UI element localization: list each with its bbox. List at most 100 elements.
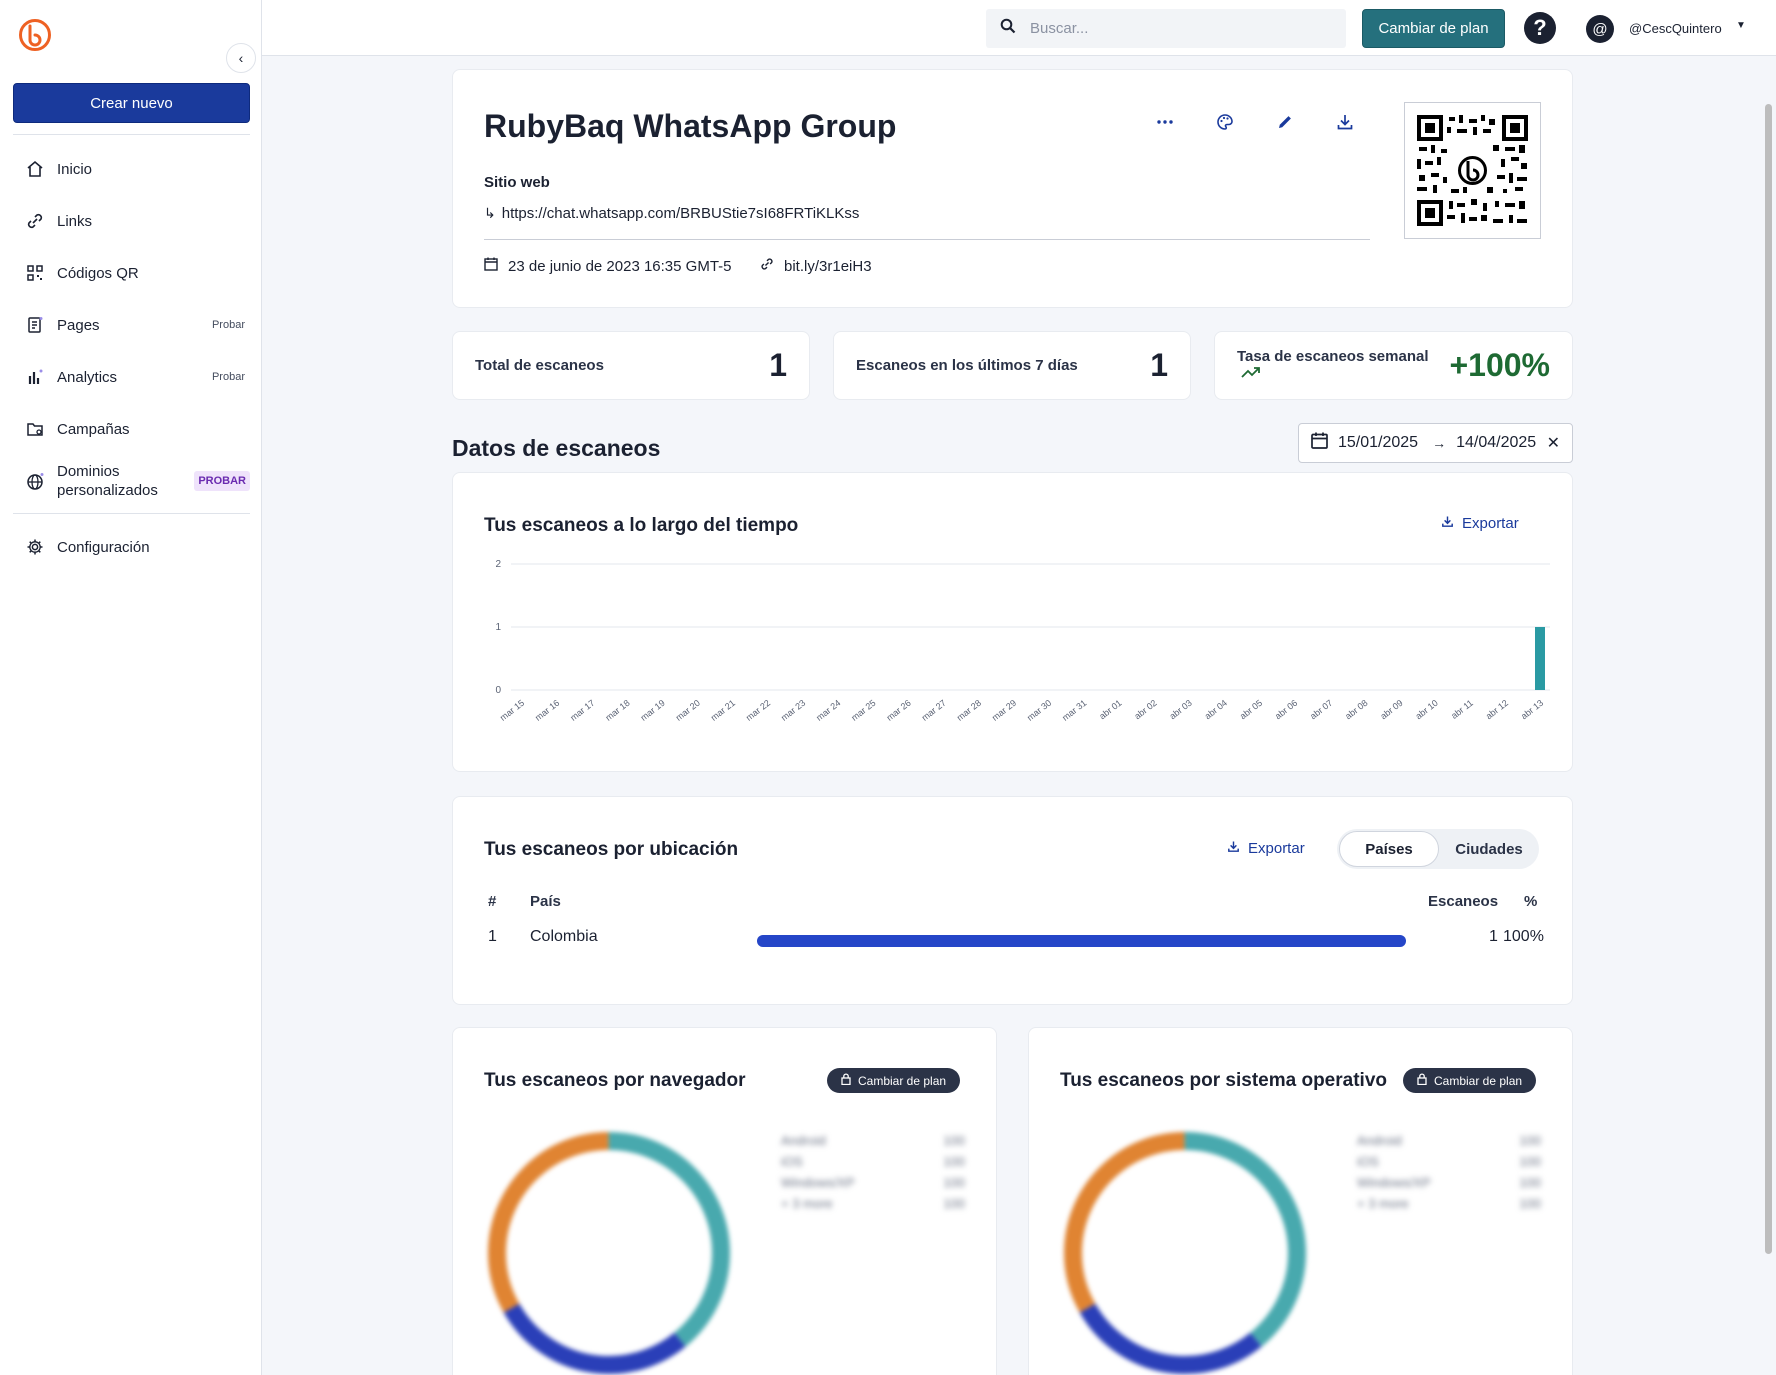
scrollbar-thumb[interactable] — [1765, 104, 1772, 1254]
sidebar-item-label-line1: Dominios — [57, 463, 120, 480]
analytics-icon — [25, 367, 45, 387]
stat-total-scans: Total de escaneos 1 — [452, 331, 810, 400]
stat-value: +100% — [1449, 347, 1550, 383]
destination-url[interactable]: ↳ https://chat.whatsapp.com/BRBUStie7sI6… — [484, 205, 859, 222]
sidebar-item-campaigns[interactable]: Campañas — [13, 409, 250, 449]
upgrade-plan-pill[interactable]: Cambiar de plan — [1403, 1068, 1537, 1093]
home-icon — [25, 159, 45, 179]
export-label[interactable]: Exportar — [1248, 840, 1305, 857]
tab-countries[interactable]: Países — [1339, 831, 1439, 867]
sidebar-item-settings[interactable]: Configuración — [13, 527, 250, 567]
x-tick-label: abr 06 — [1273, 698, 1299, 722]
column-header-percent: % — [1524, 893, 1538, 910]
calendar-icon — [484, 257, 498, 275]
stat-label: Escaneos en los últimos 7 días — [856, 357, 1078, 374]
try-badge: PROBAR — [194, 471, 250, 491]
legend-row: Android 100 — [781, 1133, 965, 1154]
legend-value: 100 — [1519, 1154, 1541, 1169]
sidebar-item-label: Campañas — [57, 420, 130, 438]
x-tick-label: mar 16 — [533, 698, 561, 723]
sidebar-item-custom-domains[interactable]: Dominios personalizados PROBAR — [13, 455, 250, 507]
section-title: Datos de escaneos — [452, 435, 661, 461]
x-tick-label: abr 09 — [1378, 698, 1404, 722]
y-tick-label: 0 — [495, 685, 501, 696]
more-options-icon[interactable] — [1153, 110, 1177, 134]
stat-label: Total de escaneos — [475, 357, 604, 374]
try-badge: Probar — [211, 319, 245, 331]
sidebar-item-pages[interactable]: Pages Probar — [13, 305, 250, 345]
legend-value: 100 — [1519, 1133, 1541, 1148]
sidebar-item-qr-codes[interactable]: Códigos QR — [13, 253, 250, 293]
avatar[interactable]: @ — [1586, 15, 1614, 43]
edit-pencil-icon[interactable] — [1273, 110, 1297, 134]
scans-by-os-card: Tus escaneos por sistema operativo Cambi… — [1028, 1027, 1573, 1375]
card-title: Tus escaneos por navegador — [484, 1070, 746, 1091]
x-tick-label: mar 21 — [709, 698, 737, 723]
column-header-country: País — [530, 893, 561, 910]
legend-value: 100 — [943, 1133, 965, 1148]
palette-icon[interactable] — [1213, 110, 1237, 134]
sidebar-item-analytics[interactable]: Analytics Probar — [13, 357, 250, 397]
clear-date-icon[interactable]: ✕ — [1547, 433, 1560, 453]
created-date-text: 23 de junio de 2023 16:35 GMT-5 — [508, 257, 732, 275]
page-scrollbar[interactable] — [1762, 56, 1776, 1375]
legend-name: Windows/XP — [1357, 1175, 1431, 1190]
sidebar-item-home[interactable]: Inicio — [13, 149, 250, 189]
x-tick-label: mar 27 — [920, 698, 948, 723]
short-link-text[interactable]: bit.ly/3r1eiH3 — [784, 258, 872, 275]
x-tick-label: mar 25 — [849, 698, 877, 723]
search-input[interactable] — [1030, 20, 1310, 37]
x-tick-label: mar 29 — [990, 698, 1018, 723]
x-tick-label: abr 07 — [1308, 698, 1334, 722]
try-badge: Probar — [211, 371, 245, 383]
create-new-button[interactable]: Crear nuevo — [13, 83, 250, 123]
x-tick-label: mar 17 — [568, 698, 596, 723]
legend-value: 100 — [1519, 1196, 1541, 1211]
search-box[interactable] — [986, 9, 1346, 48]
x-tick-label: mar 26 — [885, 698, 913, 723]
tab-cities[interactable]: Ciudades — [1441, 831, 1537, 867]
short-link[interactable]: bit.ly/3r1eiH3 — [760, 257, 872, 275]
gear-icon — [25, 537, 45, 557]
upgrade-plan-label[interactable]: Cambiar de plan — [858, 1074, 946, 1088]
row-country: Colombia — [530, 928, 598, 945]
collapse-sidebar-button[interactable]: ‹ — [226, 43, 256, 73]
date-from[interactable]: 15/01/2025 — [1338, 434, 1418, 452]
scans-by-location-card: Tus escaneos por ubicación Exportar País… — [452, 796, 1573, 1005]
download-icon — [1227, 840, 1240, 857]
sidebar-item-label: Códigos QR — [57, 264, 139, 282]
stat-value: 1 — [769, 347, 787, 383]
browser-legend: Android 100 iOS 100 Windows/XP 100 + 3 more… — [781, 1133, 965, 1217]
help-icon[interactable]: ? — [1524, 12, 1556, 44]
download-icon[interactable] — [1333, 110, 1357, 134]
y-tick-label: 1 — [495, 622, 501, 633]
date-to[interactable]: 14/04/2025 — [1456, 434, 1536, 452]
chart-bar[interactable] — [1535, 627, 1545, 690]
sidebar-item-links[interactable]: Links — [13, 201, 250, 241]
destination-url-text[interactable]: https://chat.whatsapp.com/BRBUStie7sI68F… — [502, 205, 860, 222]
chevron-down-icon[interactable]: ▼ — [1736, 20, 1746, 31]
legend-row: + 3 more 100 — [1357, 1196, 1541, 1217]
share-bar-fill — [757, 935, 1406, 947]
x-tick-label: abr 11 — [1449, 698, 1475, 721]
chevron-left-icon: ‹ — [238, 50, 244, 66]
upgrade-plan-button[interactable]: Cambiar de plan — [1362, 9, 1505, 48]
sidebar-item-label: Inicio — [57, 160, 93, 178]
username[interactable]: @CescQuintero — [1629, 21, 1722, 36]
detail-divider — [484, 239, 1370, 240]
x-tick-label: mar 22 — [744, 698, 772, 723]
campaigns-icon — [25, 419, 45, 439]
upgrade-plan-pill[interactable]: Cambiar de plan — [827, 1068, 961, 1093]
x-tick-label: abr 03 — [1168, 698, 1194, 722]
export-button[interactable]: Exportar — [1227, 840, 1305, 857]
bitly-logo-icon[interactable] — [18, 18, 52, 52]
legend-name: iOS — [781, 1154, 803, 1169]
x-tick-label: mar 23 — [779, 698, 807, 723]
os-donut-chart — [1060, 1128, 1310, 1375]
link-icon — [760, 257, 774, 275]
link-icon — [25, 211, 45, 231]
upgrade-plan-label[interactable]: Cambiar de plan — [1434, 1074, 1522, 1088]
date-range-picker[interactable]: 15/01/2025 → 14/04/2025 ✕ — [1298, 423, 1573, 463]
qr-code-preview[interactable] — [1404, 102, 1541, 239]
card-title: Tus escaneos por sistema operativo — [1060, 1070, 1387, 1091]
